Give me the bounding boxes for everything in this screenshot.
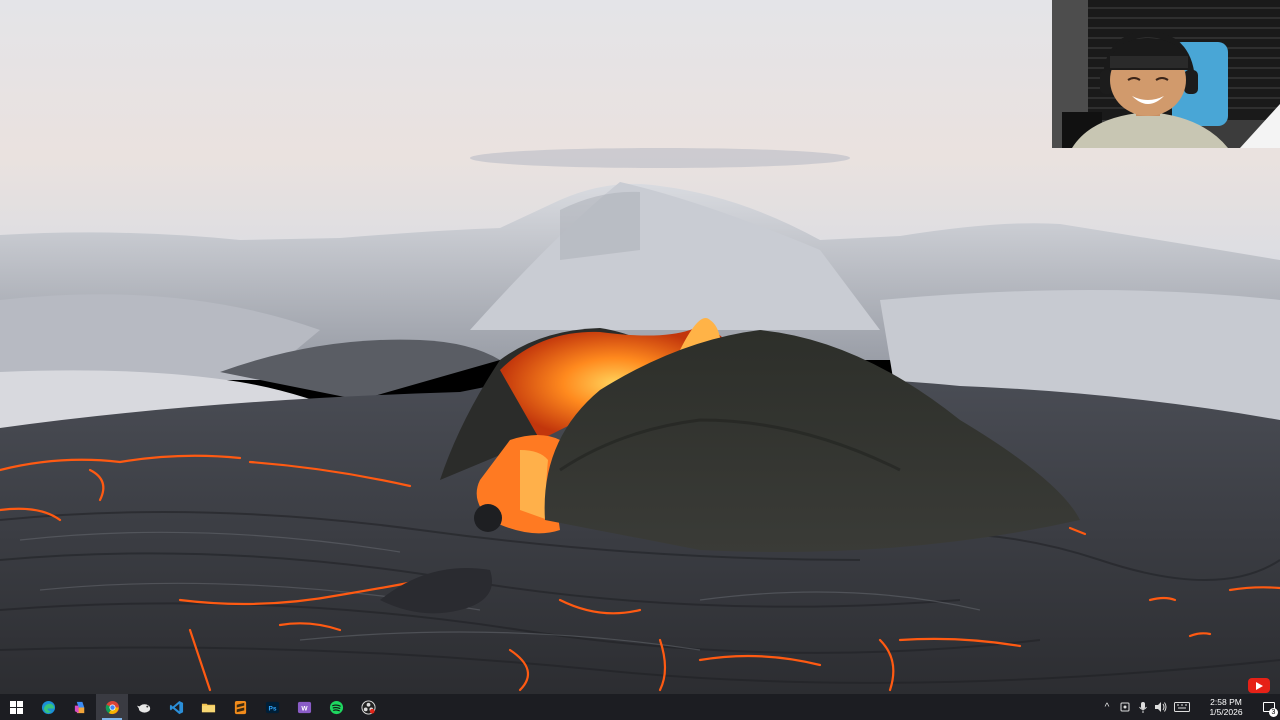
keyboard-icon[interactable] [1171, 694, 1193, 720]
taskbar-app-obs[interactable] [352, 694, 384, 720]
notification-center-button[interactable]: 3 [1258, 694, 1280, 720]
system-tray: ^ 2:58 PM 1/5/2026 3 [1098, 694, 1280, 720]
taskbar-app-bird[interactable] [128, 694, 160, 720]
svg-text:W: W [301, 705, 308, 712]
w-app-icon: W [297, 701, 311, 713]
taskbar-app-w[interactable]: W [288, 694, 320, 720]
copilot-icon [74, 701, 84, 713]
tray-overflow-chevron-icon[interactable]: ^ [1099, 694, 1115, 720]
youtube-icon[interactable] [1248, 678, 1270, 693]
bird-app-icon [136, 703, 150, 713]
system-clock[interactable]: 2:58 PM 1/5/2026 [1198, 697, 1254, 717]
taskbar-app-copilot[interactable] [64, 694, 96, 720]
windows-taskbar: Ps W ^ 2:58 PM 1/5/2026 3 [0, 694, 1280, 720]
taskbar-app-edge[interactable] [32, 694, 64, 720]
taskbar-app-file-explorer[interactable] [192, 694, 224, 720]
photoshop-icon: Ps [265, 701, 279, 713]
webcam-overlay [1052, 0, 1280, 148]
spotify-icon [329, 700, 343, 714]
clock-date: 1/5/2026 [1209, 707, 1243, 717]
folder-icon [201, 703, 215, 712]
tray-app-icon[interactable] [1117, 694, 1133, 720]
taskbar-app-spotify[interactable] [320, 694, 352, 720]
edge-icon [41, 700, 55, 714]
svg-text:Ps: Ps [268, 705, 276, 712]
taskbar-app-photoshop[interactable]: Ps [256, 694, 288, 720]
vscode-icon [169, 700, 183, 714]
microphone-icon[interactable] [1135, 694, 1151, 720]
chrome-icon [105, 700, 119, 714]
windows-logo-icon [9, 700, 23, 714]
taskbar-app-sublime[interactable] [224, 694, 256, 720]
notification-count-badge: 3 [1269, 708, 1278, 717]
taskbar-app-vscode[interactable] [160, 694, 192, 720]
clock-time: 2:58 PM [1210, 697, 1242, 707]
obs-icon [360, 699, 376, 715]
taskbar-app-chrome[interactable] [96, 694, 128, 720]
streamer-webcam-feed [1052, 0, 1280, 148]
volume-icon[interactable] [1153, 694, 1169, 720]
sublime-icon [234, 700, 246, 714]
start-button[interactable] [0, 694, 32, 720]
